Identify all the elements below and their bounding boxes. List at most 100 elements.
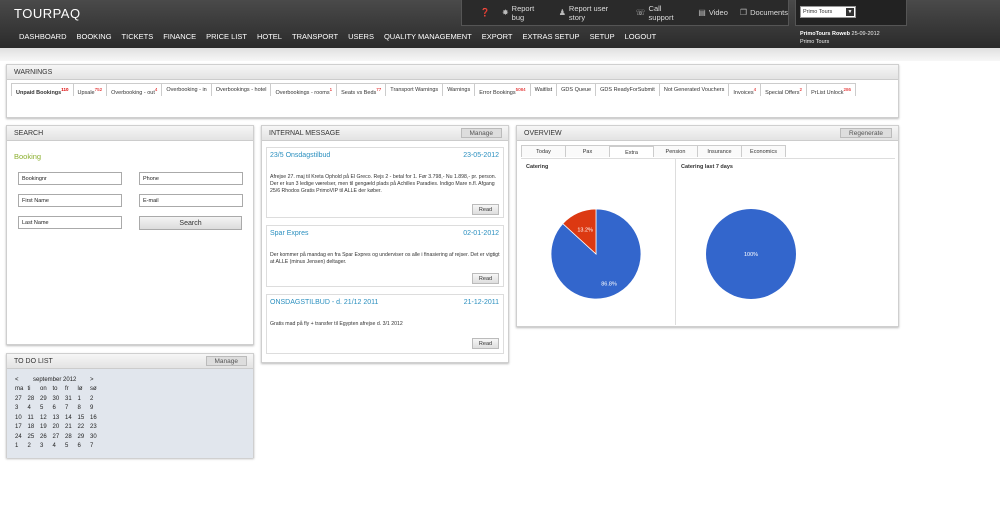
overview-tab-insurance[interactable]: Insurance <box>697 145 742 157</box>
email-input[interactable]: E-mail <box>139 194 243 207</box>
calendar-day[interactable]: 24 <box>15 433 28 443</box>
overview-tab-economics[interactable]: Economics <box>741 145 786 157</box>
calendar-day[interactable]: 15 <box>78 414 91 424</box>
report-bug-button[interactable]: ✸ Report bug <box>502 4 547 22</box>
calendar-day[interactable]: 6 <box>78 442 91 452</box>
calendar-day[interactable]: 4 <box>28 404 41 414</box>
calendar-day[interactable]: 31 <box>65 395 78 405</box>
bookingnr-input[interactable]: Bookingnr <box>18 172 122 185</box>
warning-tab[interactable]: Transport Warnings <box>385 83 444 96</box>
calendar-day[interactable]: 10 <box>15 414 28 424</box>
calendar-day[interactable]: 11 <box>28 414 41 424</box>
overview-tab-extra[interactable]: Extra <box>609 145 654 157</box>
calendar-day[interactable]: 19 <box>40 423 53 433</box>
overview-tab-pension[interactable]: Pension <box>653 145 698 157</box>
warning-tab[interactable]: Overbooking - in <box>161 83 212 96</box>
first-name-input[interactable]: First Name <box>18 194 122 207</box>
nav-logout[interactable]: LOGOUT <box>620 32 662 41</box>
calendar-day[interactable]: 21 <box>65 423 78 433</box>
calendar-day[interactable]: 4 <box>53 442 66 452</box>
read-button[interactable]: Read <box>472 338 499 349</box>
message-title[interactable]: 23/5 Onsdagstilbud <box>270 152 330 159</box>
calendar-day[interactable]: 25 <box>28 433 41 443</box>
search-button[interactable]: Search <box>139 216 242 230</box>
nav-extras-setup[interactable]: EXTRAS SETUP <box>517 32 584 41</box>
warning-tab[interactable]: Warnings <box>442 83 476 96</box>
calendar-day[interactable]: 29 <box>40 395 53 405</box>
warning-tab[interactable]: Unpaid Bookings110 <box>11 83 74 96</box>
calendar-day[interactable]: 28 <box>28 395 41 405</box>
message-title[interactable]: Spar Expres <box>270 230 309 237</box>
phone-input[interactable]: Phone <box>139 172 243 185</box>
calendar-day[interactable]: 3 <box>15 404 28 414</box>
calendar-day[interactable]: 7 <box>65 404 78 414</box>
calendar-day[interactable]: 9 <box>90 404 103 414</box>
nav-quality-management[interactable]: QUALITY MANAGEMENT <box>379 32 477 41</box>
todo-manage-button[interactable]: Manage <box>205 356 247 366</box>
calendar-prev-button[interactable]: < <box>15 377 33 383</box>
nav-booking[interactable]: BOOKING <box>72 32 117 41</box>
calendar-day[interactable]: 17 <box>15 423 28 433</box>
warning-tab[interactable]: Overbooking - out4 <box>106 83 163 96</box>
calendar-day[interactable]: 8 <box>78 404 91 414</box>
warning-tab[interactable]: Not Generated Vouchers <box>658 83 730 96</box>
calendar-next-button[interactable]: > <box>90 377 94 383</box>
warning-tab[interactable]: Special Offers2 <box>760 83 808 96</box>
warning-tab[interactable]: GDS Queue <box>556 83 597 96</box>
calendar-day[interactable]: 30 <box>90 433 103 443</box>
calendar-day[interactable]: 5 <box>40 404 53 414</box>
warning-tab[interactable]: Error Bookings5084 <box>474 83 531 96</box>
calendar-day[interactable]: 13 <box>53 414 66 424</box>
calendar-day[interactable]: 2 <box>90 395 103 405</box>
calendar-day[interactable]: 27 <box>53 433 66 443</box>
internal-manage-button[interactable]: Manage <box>460 128 502 138</box>
read-button[interactable]: Read <box>472 204 499 215</box>
video-button[interactable]: ▤ Video <box>698 8 728 17</box>
calendar-day[interactable]: 16 <box>90 414 103 424</box>
nav-tickets[interactable]: TICKETS <box>117 32 159 41</box>
report-user-story-button[interactable]: ♟ Report user story <box>559 4 624 22</box>
calendar-day[interactable]: 22 <box>78 423 91 433</box>
nav-setup[interactable]: SETUP <box>585 32 620 41</box>
company-select[interactable]: Primo Tours ▼ <box>800 6 856 18</box>
calendar-day[interactable]: 1 <box>78 395 91 405</box>
app-logo[interactable]: TOURPAQ <box>14 6 81 21</box>
calendar-day[interactable]: 14 <box>65 414 78 424</box>
nav-price-list[interactable]: PRICE LIST <box>201 32 252 41</box>
calendar-day[interactable]: 27 <box>15 395 28 405</box>
warning-tab[interactable]: Upsale752 <box>72 83 108 96</box>
calendar-day[interactable]: 23 <box>90 423 103 433</box>
documents-button[interactable]: ❐ Documents <box>740 8 788 17</box>
nav-finance[interactable]: FINANCE <box>158 32 201 41</box>
nav-hotel[interactable]: HOTEL <box>252 32 287 41</box>
last-name-input[interactable]: Last Name <box>18 216 122 229</box>
nav-transport[interactable]: TRANSPORT <box>287 32 343 41</box>
calendar-day[interactable]: 26 <box>40 433 53 443</box>
calendar-day[interactable]: 30 <box>53 395 66 405</box>
read-button[interactable]: Read <box>472 273 499 284</box>
warning-tab[interactable]: Invoices4 <box>728 83 762 96</box>
overview-tab-pax[interactable]: Pax <box>565 145 610 157</box>
calendar-day[interactable]: 20 <box>53 423 66 433</box>
calendar-day[interactable]: 28 <box>65 433 78 443</box>
message-title[interactable]: ONSDAGSTILBUD - d. 21/12 2011 <box>270 299 378 306</box>
warning-tab[interactable]: Waitlist <box>529 83 558 96</box>
help-button[interactable]: ❓ <box>480 8 490 17</box>
calendar-day[interactable]: 29 <box>78 433 91 443</box>
warning-tab[interactable]: GDS ReadyForSubmit <box>595 83 660 96</box>
calendar-day[interactable]: 18 <box>28 423 41 433</box>
calendar-day[interactable]: 3 <box>40 442 53 452</box>
calendar-day[interactable]: 2 <box>28 442 41 452</box>
chevron-down-icon[interactable]: ▼ <box>846 8 854 16</box>
calendar-day[interactable]: 1 <box>15 442 28 452</box>
nav-users[interactable]: USERS <box>343 32 379 41</box>
warning-tab[interactable]: PrList Unlock286 <box>806 83 856 96</box>
nav-export[interactable]: EXPORT <box>477 32 518 41</box>
warning-tab[interactable]: Overbookings - hotel <box>210 83 272 96</box>
calendar-day[interactable]: 12 <box>40 414 53 424</box>
overview-tab-today[interactable]: Today <box>521 145 566 157</box>
warning-tab[interactable]: Overbookings - rooms1 <box>270 83 338 96</box>
warning-tab[interactable]: Seats vs Beds77 <box>336 83 387 96</box>
call-support-button[interactable]: ☏ Call support <box>636 4 687 22</box>
regenerate-button[interactable]: Regenerate <box>840 128 892 138</box>
